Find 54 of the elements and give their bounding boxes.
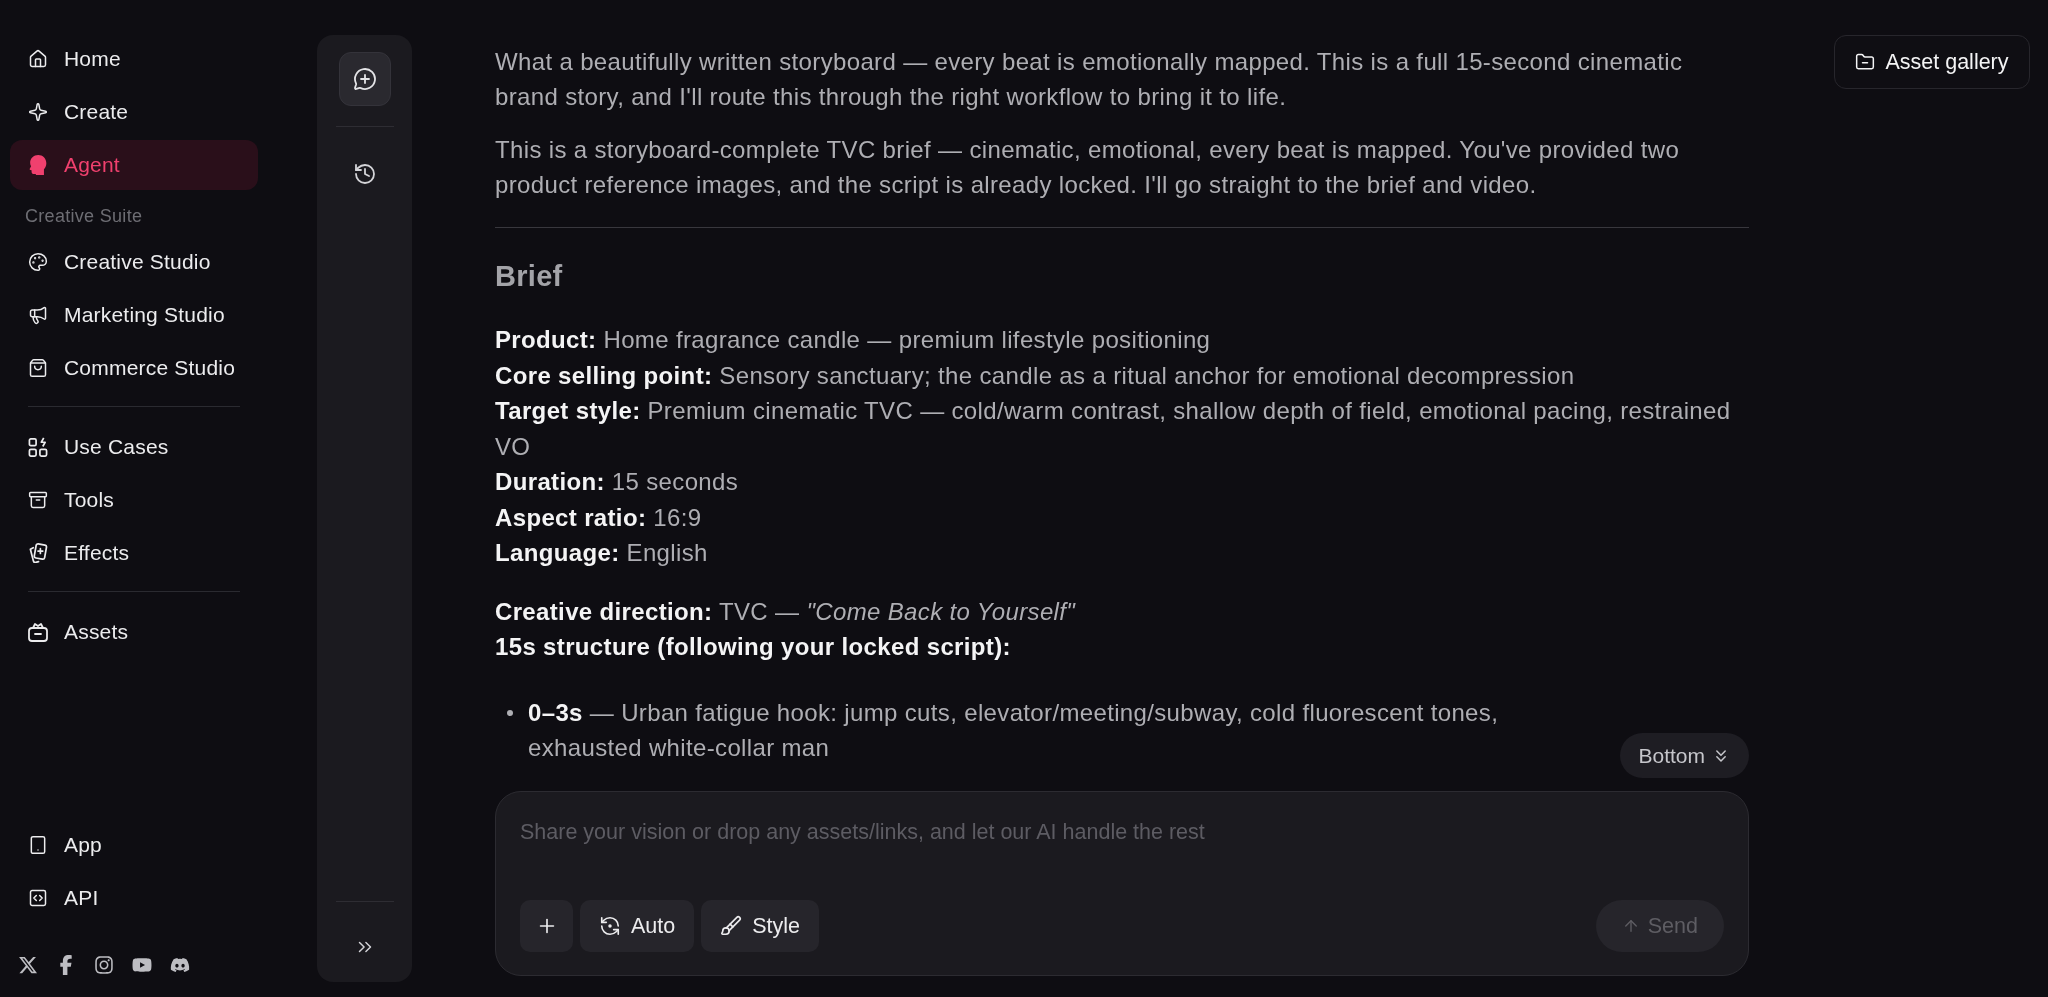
new-chat-button[interactable] [338,52,391,106]
history-button[interactable] [352,162,377,186]
list-item-text: 0–3s — Urban fatigue hook: jump cuts, elevator/meeting/subway, cold fluorescent tones, exhausted white-collar man [528,697,1500,763]
archive-icon [28,490,48,510]
asset-gallery-button[interactable]: Asset gallery [1834,35,2030,89]
cards-icon [28,543,48,563]
x-logo-icon[interactable] [18,955,38,975]
brief-line: Aspect ratio: 16:9 [495,502,703,533]
discord-icon[interactable] [170,955,190,975]
box-icon [28,622,48,642]
brief-line: Product: Home fragrance candle — premium lifestyle positioning [495,325,1212,355]
scroll-bottom-button[interactable]: Bottom [1620,733,1749,778]
nav-item[interactable]: Creative Studio [10,237,258,287]
youtube-icon[interactable] [132,955,152,975]
chat-plus-icon [352,67,377,91]
tablet-icon [28,835,48,855]
megaphone-icon [28,305,48,325]
brief-heading: Brief [495,259,564,294]
nav-item[interactable]: Create [10,87,258,137]
head-icon [28,155,48,175]
brief-line: Target style: Premium cinematic TVC — cold/warm contrast, shallow depth of field, emotional pacing, restrained VO [495,396,1732,462]
brush-icon [720,915,743,937]
brief-line: Core selling point: Sensory sanctuary; the candle as a ritual anchor for emotional decompression [495,360,1576,391]
apps-icon [28,437,48,457]
bullet-icon [507,709,513,716]
history-icon [352,162,377,186]
tool-button[interactable]: Style [701,900,820,952]
nav-item[interactable]: Use Cases [10,422,258,472]
brief-line: Creative direction: TVC — "Come Back to Yourself" [495,596,1077,627]
brief-line: Language: English [495,538,709,568]
brief-line: Duration: 15 seconds [495,467,740,497]
palette-icon [28,252,48,272]
sparkle-icon [28,102,48,122]
home-icon [28,49,48,69]
nav-item[interactable]: Commerce Studio [10,343,258,393]
nav-item[interactable]: API [10,873,258,923]
structure-heading: 15s structure (following your locked script): [495,632,1012,662]
nav-item[interactable]: Marketing Studio [10,290,258,340]
nav-item[interactable]: App [10,820,258,870]
nav-item[interactable]: Tools [10,475,258,525]
section-label: Creative Suite [25,205,143,227]
bag-icon [28,358,48,378]
nav-item[interactable]: Effects [10,528,258,578]
message-paragraph: This is a storyboard-complete TVC brief — cinematic, emotional, every beat is mapped. You've provided two product reference images, and the script is already locked. I'll go straight to the brief and video. [495,135,1681,200]
refresh-icon [599,915,621,937]
tool-button[interactable]: Auto [580,900,695,952]
folder-icon [1855,52,1876,72]
instagram-icon[interactable] [94,955,114,975]
message-paragraph: What a beautifully written storyboard — every beat is emotionally mapped. This is a full 15-second cinematic brand story, and I'll route this through the right workflow to bring it to life. [495,47,1684,112]
nav-item[interactable]: Assets [10,607,258,657]
message-input[interactable]: Share your vision or drop any assets/links, and let our AI handle the rest [520,819,1724,900]
code-box-icon [28,888,48,908]
nav-item[interactable]: Agent [10,140,258,190]
nav-item[interactable]: Home [10,34,258,84]
